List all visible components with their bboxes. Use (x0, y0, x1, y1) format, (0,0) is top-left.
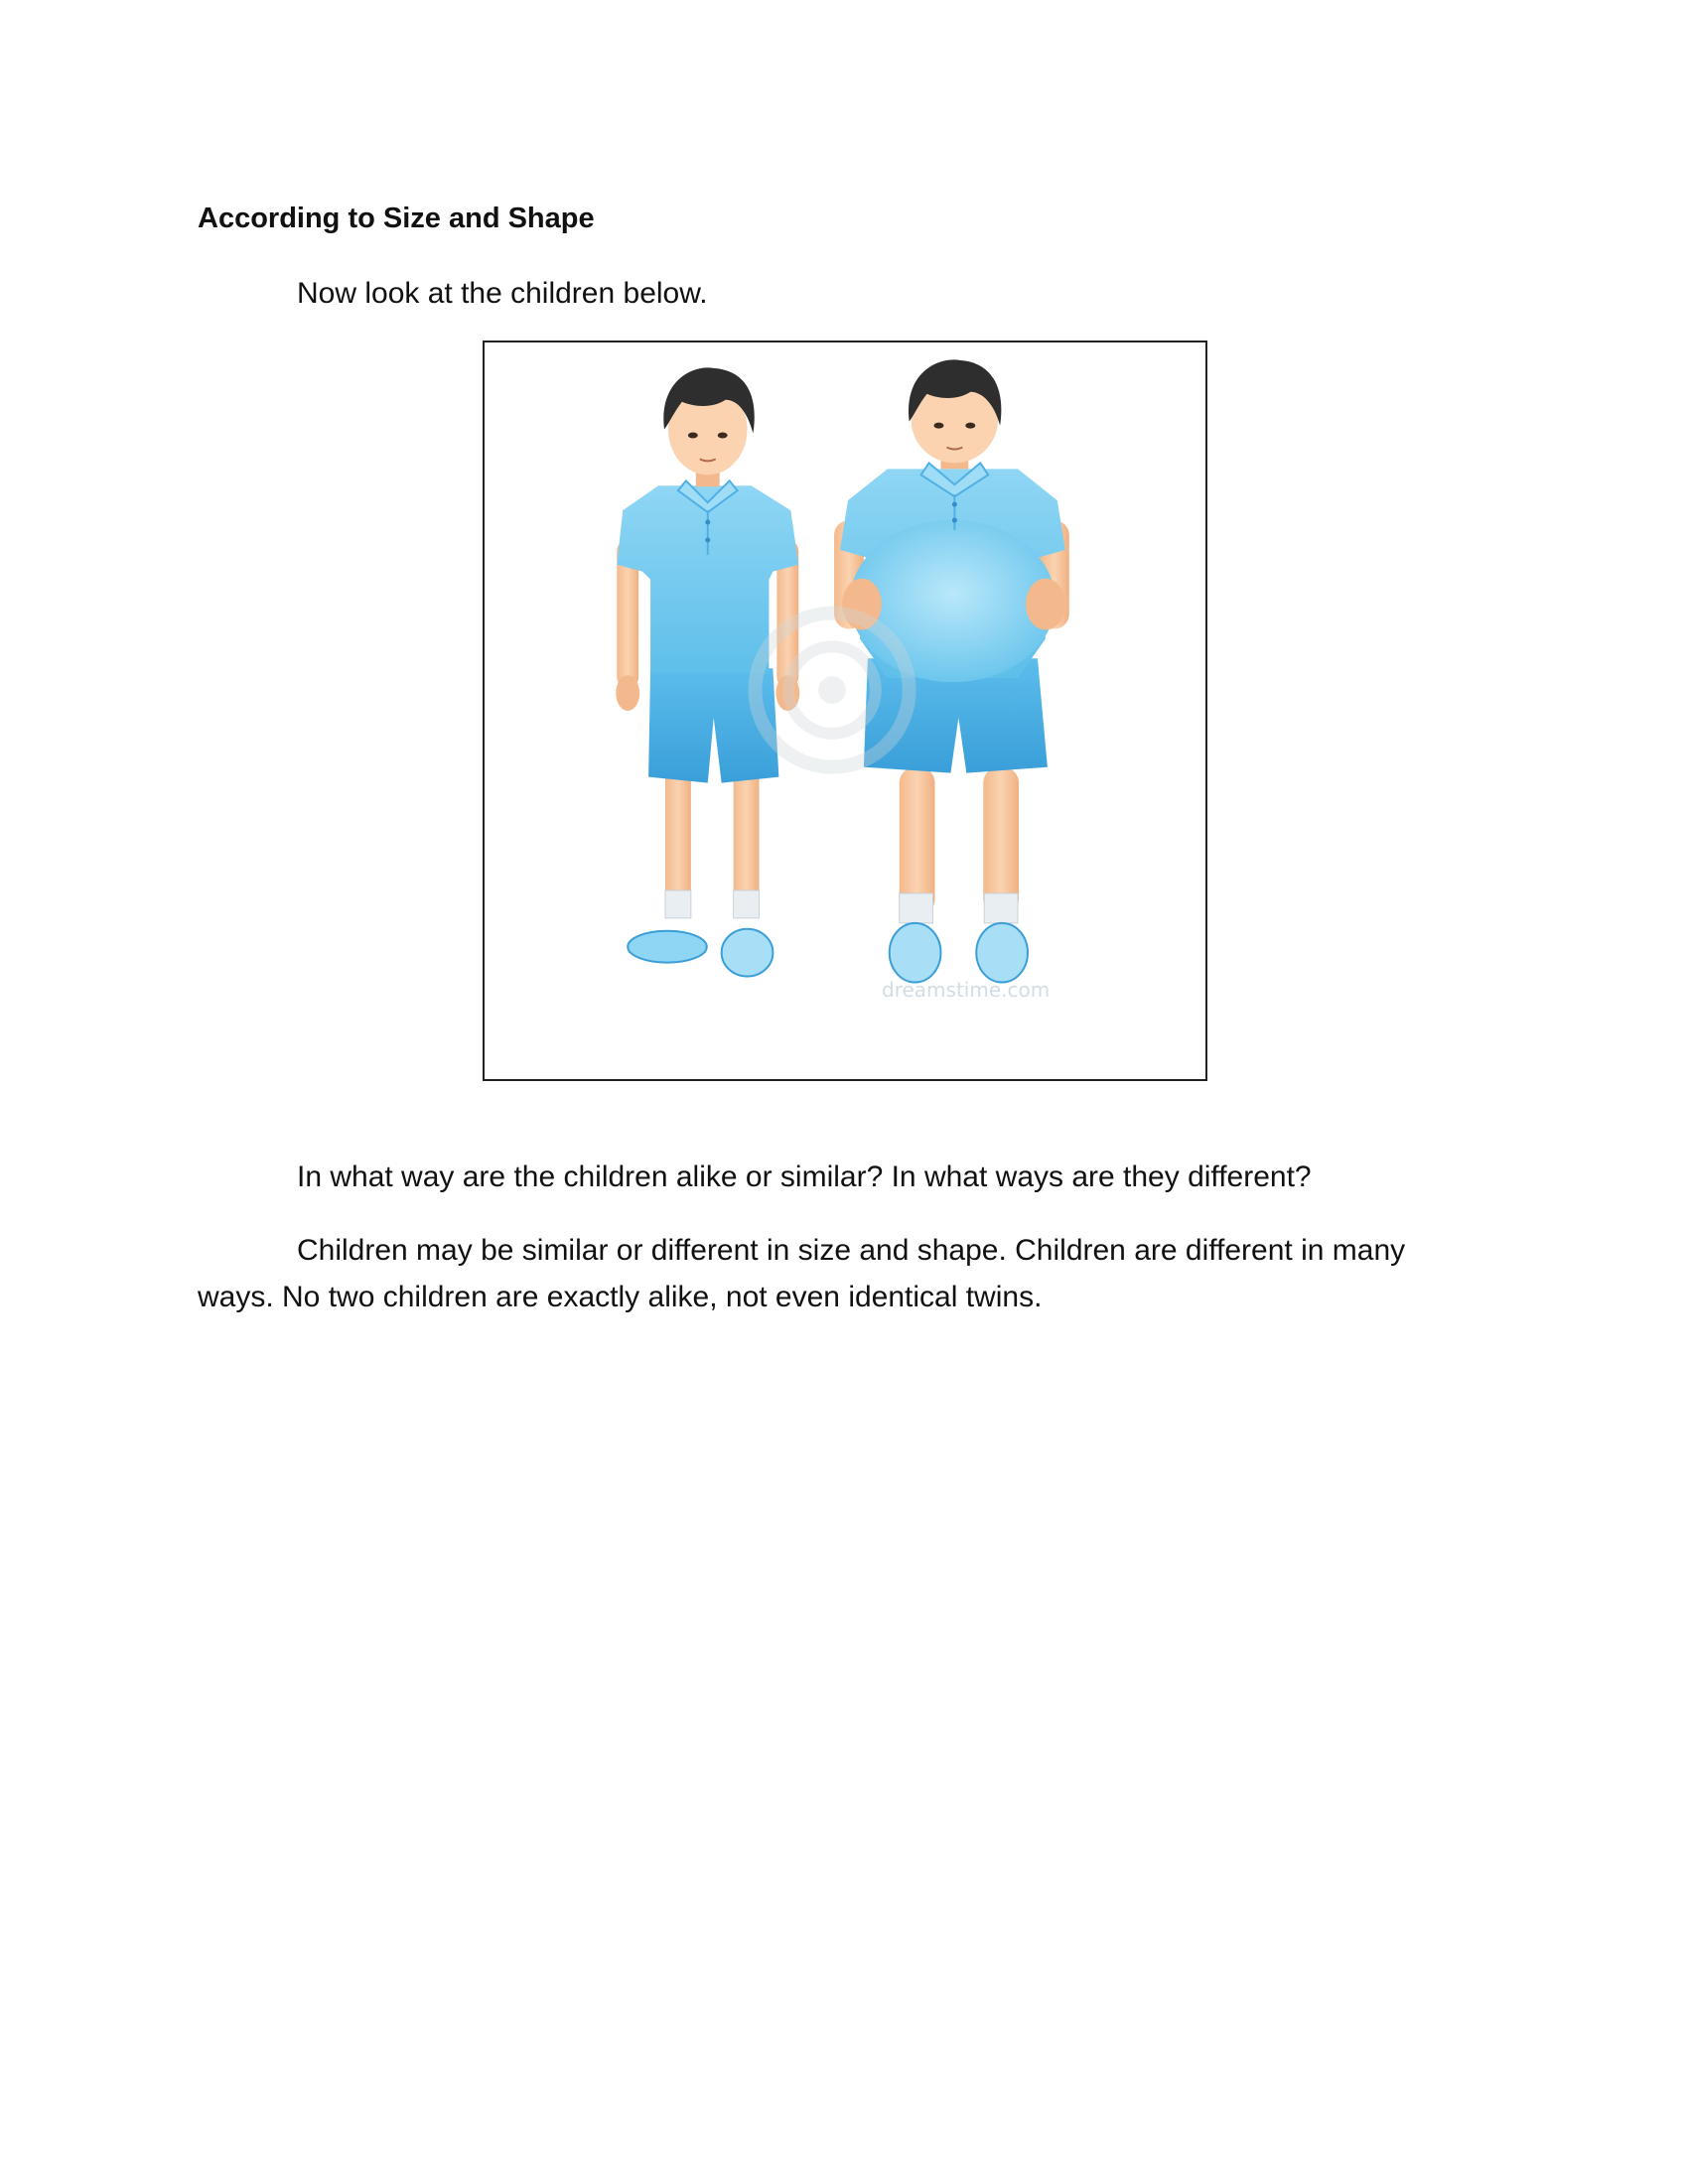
thin-child-figure (616, 367, 800, 978)
watermark-text: dreamstime.com (882, 978, 1051, 1002)
children-illustration: dreamstime.com (483, 341, 1207, 1081)
document-page: According to Size and Shape Now look at … (0, 0, 1688, 2184)
section-heading: According to Size and Shape (198, 203, 595, 234)
explanation-paragraph: Children may be similar or different in … (198, 1234, 1406, 1313)
question-paragraph: In what way are the children alike or si… (297, 1160, 1312, 1193)
intro-paragraph: Now look at the children below. (297, 277, 708, 310)
